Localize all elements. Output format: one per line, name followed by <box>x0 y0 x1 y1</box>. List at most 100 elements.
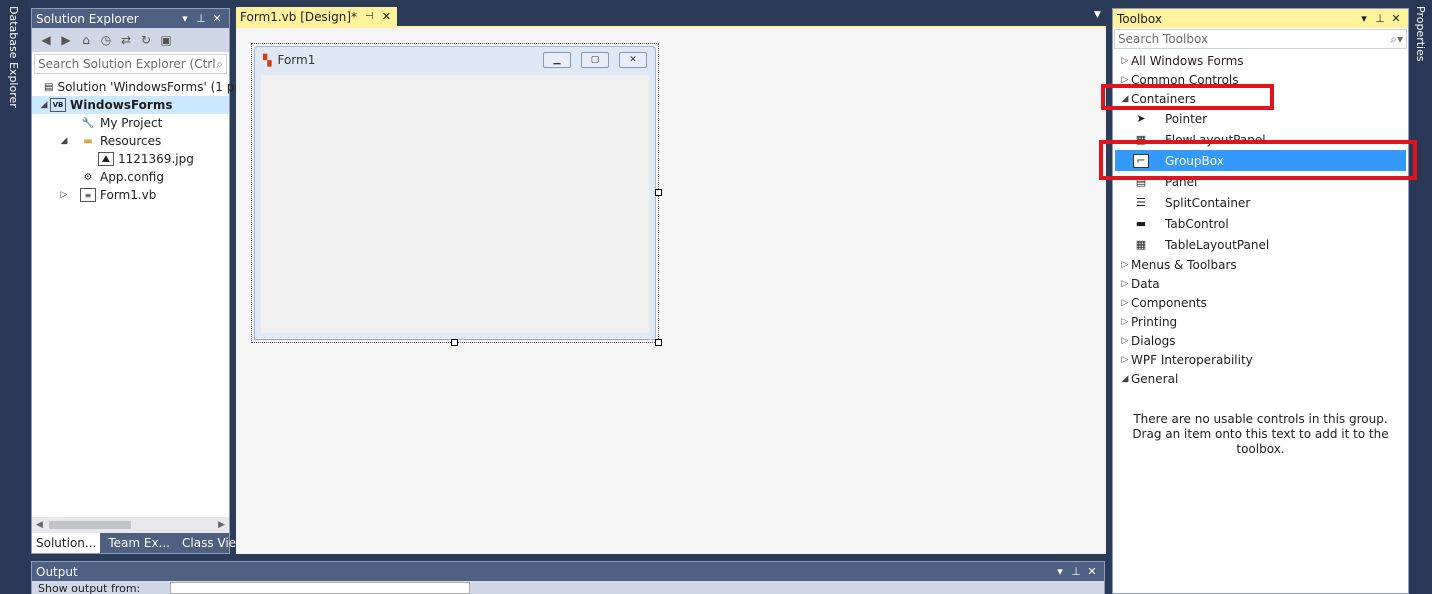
group-label: All Windows Forms <box>1131 53 1244 68</box>
tablelayoutpanel-icon: ▦ <box>1135 238 1147 251</box>
properties-tab[interactable]: Properties <box>1414 6 1427 62</box>
solution-explorer-toolbar: ◀ ▶ ⌂ ◷ ⇄ ↻ ▣ <box>32 28 229 52</box>
group-label: Printing <box>1131 314 1178 329</box>
pointer-icon: ➤ <box>1136 112 1146 125</box>
pin-icon[interactable]: ⊥ <box>1068 565 1084 578</box>
resize-handle-bottom[interactable] <box>451 339 458 346</box>
close-icon[interactable]: ✕ <box>209 12 225 25</box>
group-all-windows-forms[interactable]: ▷ All Windows Forms <box>1113 51 1408 70</box>
scroll-right-icon[interactable]: ▶ <box>218 520 225 530</box>
form-icon: ≡ <box>80 188 96 202</box>
tree-item-label: WindowsForms <box>70 98 173 112</box>
form1-client-area[interactable] <box>261 75 649 333</box>
form-selection-frame[interactable]: ▚ Form1 ▁ ▢ ✕ <box>251 43 662 346</box>
collapsed-arrow-icon: ▷ <box>1121 74 1129 85</box>
tabcontrol-icon: ▬ <box>1135 217 1147 230</box>
tab-solution-explorer[interactable]: Solution... <box>32 533 101 553</box>
tree-item-resources[interactable]: ◢ ▬ Resources <box>32 132 229 150</box>
toolbox-item-tabcontrol[interactable]: ▬ TabControl <box>1113 213 1408 234</box>
refresh-icon[interactable]: ↻ <box>138 32 154 48</box>
folder-icon: ▬ <box>83 135 93 147</box>
collapsed-arrow-icon: ▷ <box>1121 278 1129 289</box>
show-output-label: Show output from: <box>38 581 141 594</box>
close-icon: ✕ <box>619 52 647 68</box>
collapsed-arrow-icon: ▷ <box>1121 297 1129 308</box>
group-label: Data <box>1131 276 1160 291</box>
general-empty-message: There are no usable controls in this gro… <box>1132 412 1389 456</box>
pin-icon[interactable]: ⊣ <box>365 11 374 22</box>
scroll-left-icon[interactable]: ◀ <box>36 520 43 530</box>
tab-team-explorer[interactable]: Team Ex... <box>104 533 174 553</box>
close-tab-icon[interactable]: ✕ <box>382 10 391 23</box>
tree-item-label: My Project <box>100 116 163 130</box>
horizontal-scrollbar[interactable]: ◀ ▶ <box>32 517 229 533</box>
resize-handle-right[interactable] <box>655 189 662 196</box>
expanded-arrow-icon[interactable]: ◢ <box>58 136 70 146</box>
solution-icon: ▤ <box>44 81 54 93</box>
group-printing[interactable]: ▷ Printing <box>1113 312 1408 331</box>
toolbox-title: Toolbox <box>1117 11 1162 26</box>
database-explorer-tab[interactable]: Database Explorer <box>7 6 20 108</box>
minimize-icon: ▁ <box>543 52 571 68</box>
form-designer-surface[interactable]: ▚ Form1 ▁ ▢ ✕ <box>236 26 1106 554</box>
group-label: Menus & Toolbars <box>1131 257 1237 272</box>
tree-item-solution[interactable]: ▤ Solution 'WindowsForms' (1 pr <box>32 78 239 96</box>
solution-bottom-tabs: Solution... Team Ex... Class View <box>32 533 246 553</box>
output-panel: Output ▾ ⊥ ✕ Show output from: <box>31 561 1105 594</box>
item-label: TabControl <box>1165 216 1229 231</box>
form-app-icon: ▚ <box>263 53 272 67</box>
solution-tree: ▤ Solution 'WindowsForms' (1 pr ◢ VB Win… <box>32 78 239 204</box>
tree-item-image-file[interactable]: ⛰ 1121369.jpg <box>32 150 229 168</box>
group-wpf-interoperability[interactable]: ▷ WPF Interoperability <box>1113 350 1408 369</box>
toolbox-item-splitcontainer[interactable]: ☰ SplitContainer <box>1113 192 1408 213</box>
expanded-arrow-icon: ◢ <box>1121 373 1129 384</box>
dropdown-icon[interactable]: ▾ <box>1052 565 1068 578</box>
dropdown-icon[interactable]: ▾ <box>177 12 193 25</box>
close-icon[interactable]: ✕ <box>1388 12 1404 25</box>
back-icon[interactable]: ◀ <box>38 32 54 48</box>
toolbox-item-pointer[interactable]: ➤ Pointer <box>1113 108 1408 129</box>
group-components[interactable]: ▷ Components <box>1113 293 1408 312</box>
group-menus-toolbars[interactable]: ▷ Menus & Toolbars <box>1113 255 1408 274</box>
item-label: TableLayoutPanel <box>1165 237 1270 252</box>
history-icon[interactable]: ◷ <box>98 32 114 48</box>
collapsed-arrow-icon: ▷ <box>1121 354 1129 365</box>
tab-overflow-icon[interactable]: ▼ <box>1094 10 1101 20</box>
group-data[interactable]: ▷ Data <box>1113 274 1408 293</box>
home-icon[interactable]: ⌂ <box>78 32 94 48</box>
collapsed-arrow-icon: ▷ <box>1121 335 1129 346</box>
group-general[interactable]: ◢ General <box>1113 369 1408 388</box>
collapsed-arrow-icon: ▷ <box>1121 259 1129 270</box>
output-source-select[interactable] <box>170 582 471 594</box>
tree-item-label: App.config <box>100 170 164 184</box>
close-icon[interactable]: ✕ <box>1084 565 1100 578</box>
sync-icon[interactable]: ⇄ <box>118 32 134 48</box>
expanded-arrow-icon[interactable]: ◢ <box>38 100 50 110</box>
solution-explorer-title: Solution Explorer <box>36 11 139 26</box>
tree-item-app-config[interactable]: ⚙ App.config <box>32 168 229 186</box>
tree-item-form1[interactable]: ▷ ≡ Form1.vb <box>32 186 229 204</box>
solution-search-input[interactable]: Search Solution Explorer (Ctrl+ ⌕ <box>34 54 227 74</box>
pin-icon[interactable]: ⊥ <box>1372 12 1388 25</box>
collapsed-arrow-icon: ▷ <box>1121 55 1129 66</box>
dropdown-icon[interactable]: ▾ <box>1356 12 1372 25</box>
search-icon: ⌕▾ <box>1390 31 1403 46</box>
toolbox-item-tablelayoutpanel[interactable]: ▦ TableLayoutPanel <box>1113 234 1408 255</box>
forward-icon[interactable]: ▶ <box>58 32 74 48</box>
tree-item-label: 1121369.jpg <box>118 152 194 166</box>
form1-window[interactable]: ▚ Form1 ▁ ▢ ✕ <box>254 46 656 340</box>
solution-explorer-header: Solution Explorer ▾ ⊥ ✕ <box>32 9 229 28</box>
tab-form1-design[interactable]: Form1.vb [Design]* ⊣ ✕ <box>236 7 397 26</box>
scrollbar-thumb[interactable] <box>48 521 131 529</box>
collapsed-arrow-icon[interactable]: ▷ <box>58 190 70 200</box>
group-label: Components <box>1131 295 1207 310</box>
group-dialogs[interactable]: ▷ Dialogs <box>1113 331 1408 350</box>
toolbox-search-input[interactable]: Search Toolbox ⌕▾ <box>1114 29 1407 49</box>
tree-item-my-project[interactable]: 🔧 My Project <box>32 114 229 132</box>
tree-item-label: Solution 'WindowsForms' (1 pr <box>57 80 240 94</box>
tree-item-project[interactable]: ◢ VB WindowsForms <box>32 96 229 114</box>
item-label: Pointer <box>1165 111 1208 126</box>
pin-icon[interactable]: ⊥ <box>193 12 209 25</box>
resize-handle-corner[interactable] <box>655 339 662 346</box>
collapse-all-icon[interactable]: ▣ <box>158 32 174 48</box>
